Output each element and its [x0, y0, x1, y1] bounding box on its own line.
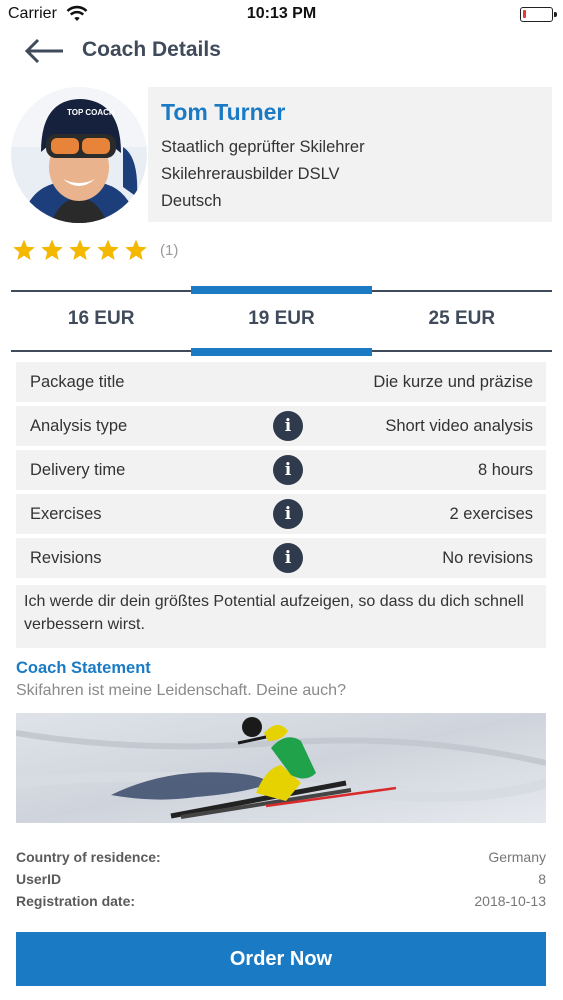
- coach-name: Tom Turner: [161, 99, 286, 125]
- detail-value: 8 hours: [477, 460, 533, 479]
- star-icon: [97, 239, 119, 260]
- status-bar: Carrier 10:13 PM: [0, 0, 563, 30]
- detail-value: No revisions: [442, 548, 533, 567]
- registration-label: Registration date:: [16, 893, 136, 909]
- userid-row: UserID 8: [16, 871, 546, 891]
- country-row: Country of residence: Germany: [16, 849, 546, 869]
- info-icon[interactable]: i: [273, 543, 303, 573]
- order-now-button[interactable]: Order Now: [16, 932, 546, 986]
- detail-label: Package title: [30, 372, 125, 391]
- price-tab-16[interactable]: 16 EUR: [11, 292, 191, 350]
- info-icon[interactable]: i: [273, 411, 303, 441]
- info-icon[interactable]: i: [273, 499, 303, 529]
- svg-text:TOP COACH: TOP COACH: [67, 108, 115, 117]
- detail-label: Revisions: [30, 548, 102, 567]
- price-tab-19[interactable]: 19 EUR: [191, 286, 372, 356]
- star-icon: [69, 239, 91, 260]
- rating-count: (1): [160, 241, 179, 259]
- detail-value: 2 exercises: [449, 504, 533, 523]
- detail-label: Delivery time: [30, 460, 126, 479]
- registration-row: Registration date: 2018-10-13: [16, 893, 546, 913]
- battery-fill: [523, 10, 526, 18]
- ski-photo: [16, 713, 546, 823]
- star-icon: [125, 239, 147, 260]
- back-button[interactable]: [22, 36, 66, 66]
- statement-title: Coach Statement: [16, 659, 151, 677]
- star-icon: [41, 239, 63, 260]
- rating-stars: (1): [12, 237, 178, 263]
- userid-label: UserID: [16, 871, 62, 887]
- detail-value: Short video analysis: [385, 416, 533, 435]
- detail-label: Analysis type: [30, 416, 128, 435]
- statement-text: Skifahren ist meine Leidenschaft. Deine …: [16, 682, 346, 699]
- detail-row-exercises: Exercises i 2 exercises: [16, 494, 546, 534]
- language-line: Deutsch: [161, 192, 222, 210]
- package-description: Ich werde dir dein größtes Potential auf…: [16, 585, 546, 648]
- detail-row-analysis-type: Analysis type i Short video analysis: [16, 406, 546, 446]
- detail-row-revisions: Revisions i No revisions: [16, 538, 546, 578]
- arrow-left-icon: [24, 38, 63, 64]
- detail-row-package-title: Package title Die kurze und präzise: [16, 362, 546, 402]
- detail-label: Exercises: [30, 504, 102, 523]
- country-label: Country of residence:: [16, 849, 161, 865]
- qualification-line: Skilehrerausbilder DSLV: [161, 165, 340, 183]
- price-tab-25[interactable]: 25 EUR: [372, 292, 552, 350]
- coach-info-box: Tom Turner Staatlich geprüfter Skilehrer…: [148, 87, 552, 222]
- coach-photo: TOP COACH: [11, 87, 147, 223]
- country-value: Germany: [488, 849, 546, 865]
- clock: 10:13 PM: [246, 5, 317, 22]
- battery-icon: [520, 7, 557, 22]
- userid-value: 8: [538, 871, 546, 887]
- detail-value: Die kurze und präzise: [373, 372, 533, 391]
- info-icon[interactable]: i: [273, 455, 303, 485]
- price-tabs: 16 EUR 19 EUR 25 EUR: [11, 286, 552, 356]
- registration-value: 2018-10-13: [474, 893, 546, 909]
- page-title: Coach Details: [82, 38, 221, 61]
- star-icon: [13, 239, 35, 260]
- avatar: TOP COACH: [11, 87, 147, 223]
- detail-row-delivery-time: Delivery time i 8 hours: [16, 450, 546, 490]
- qualification-line: Staatlich geprüfter Skilehrer: [161, 138, 365, 156]
